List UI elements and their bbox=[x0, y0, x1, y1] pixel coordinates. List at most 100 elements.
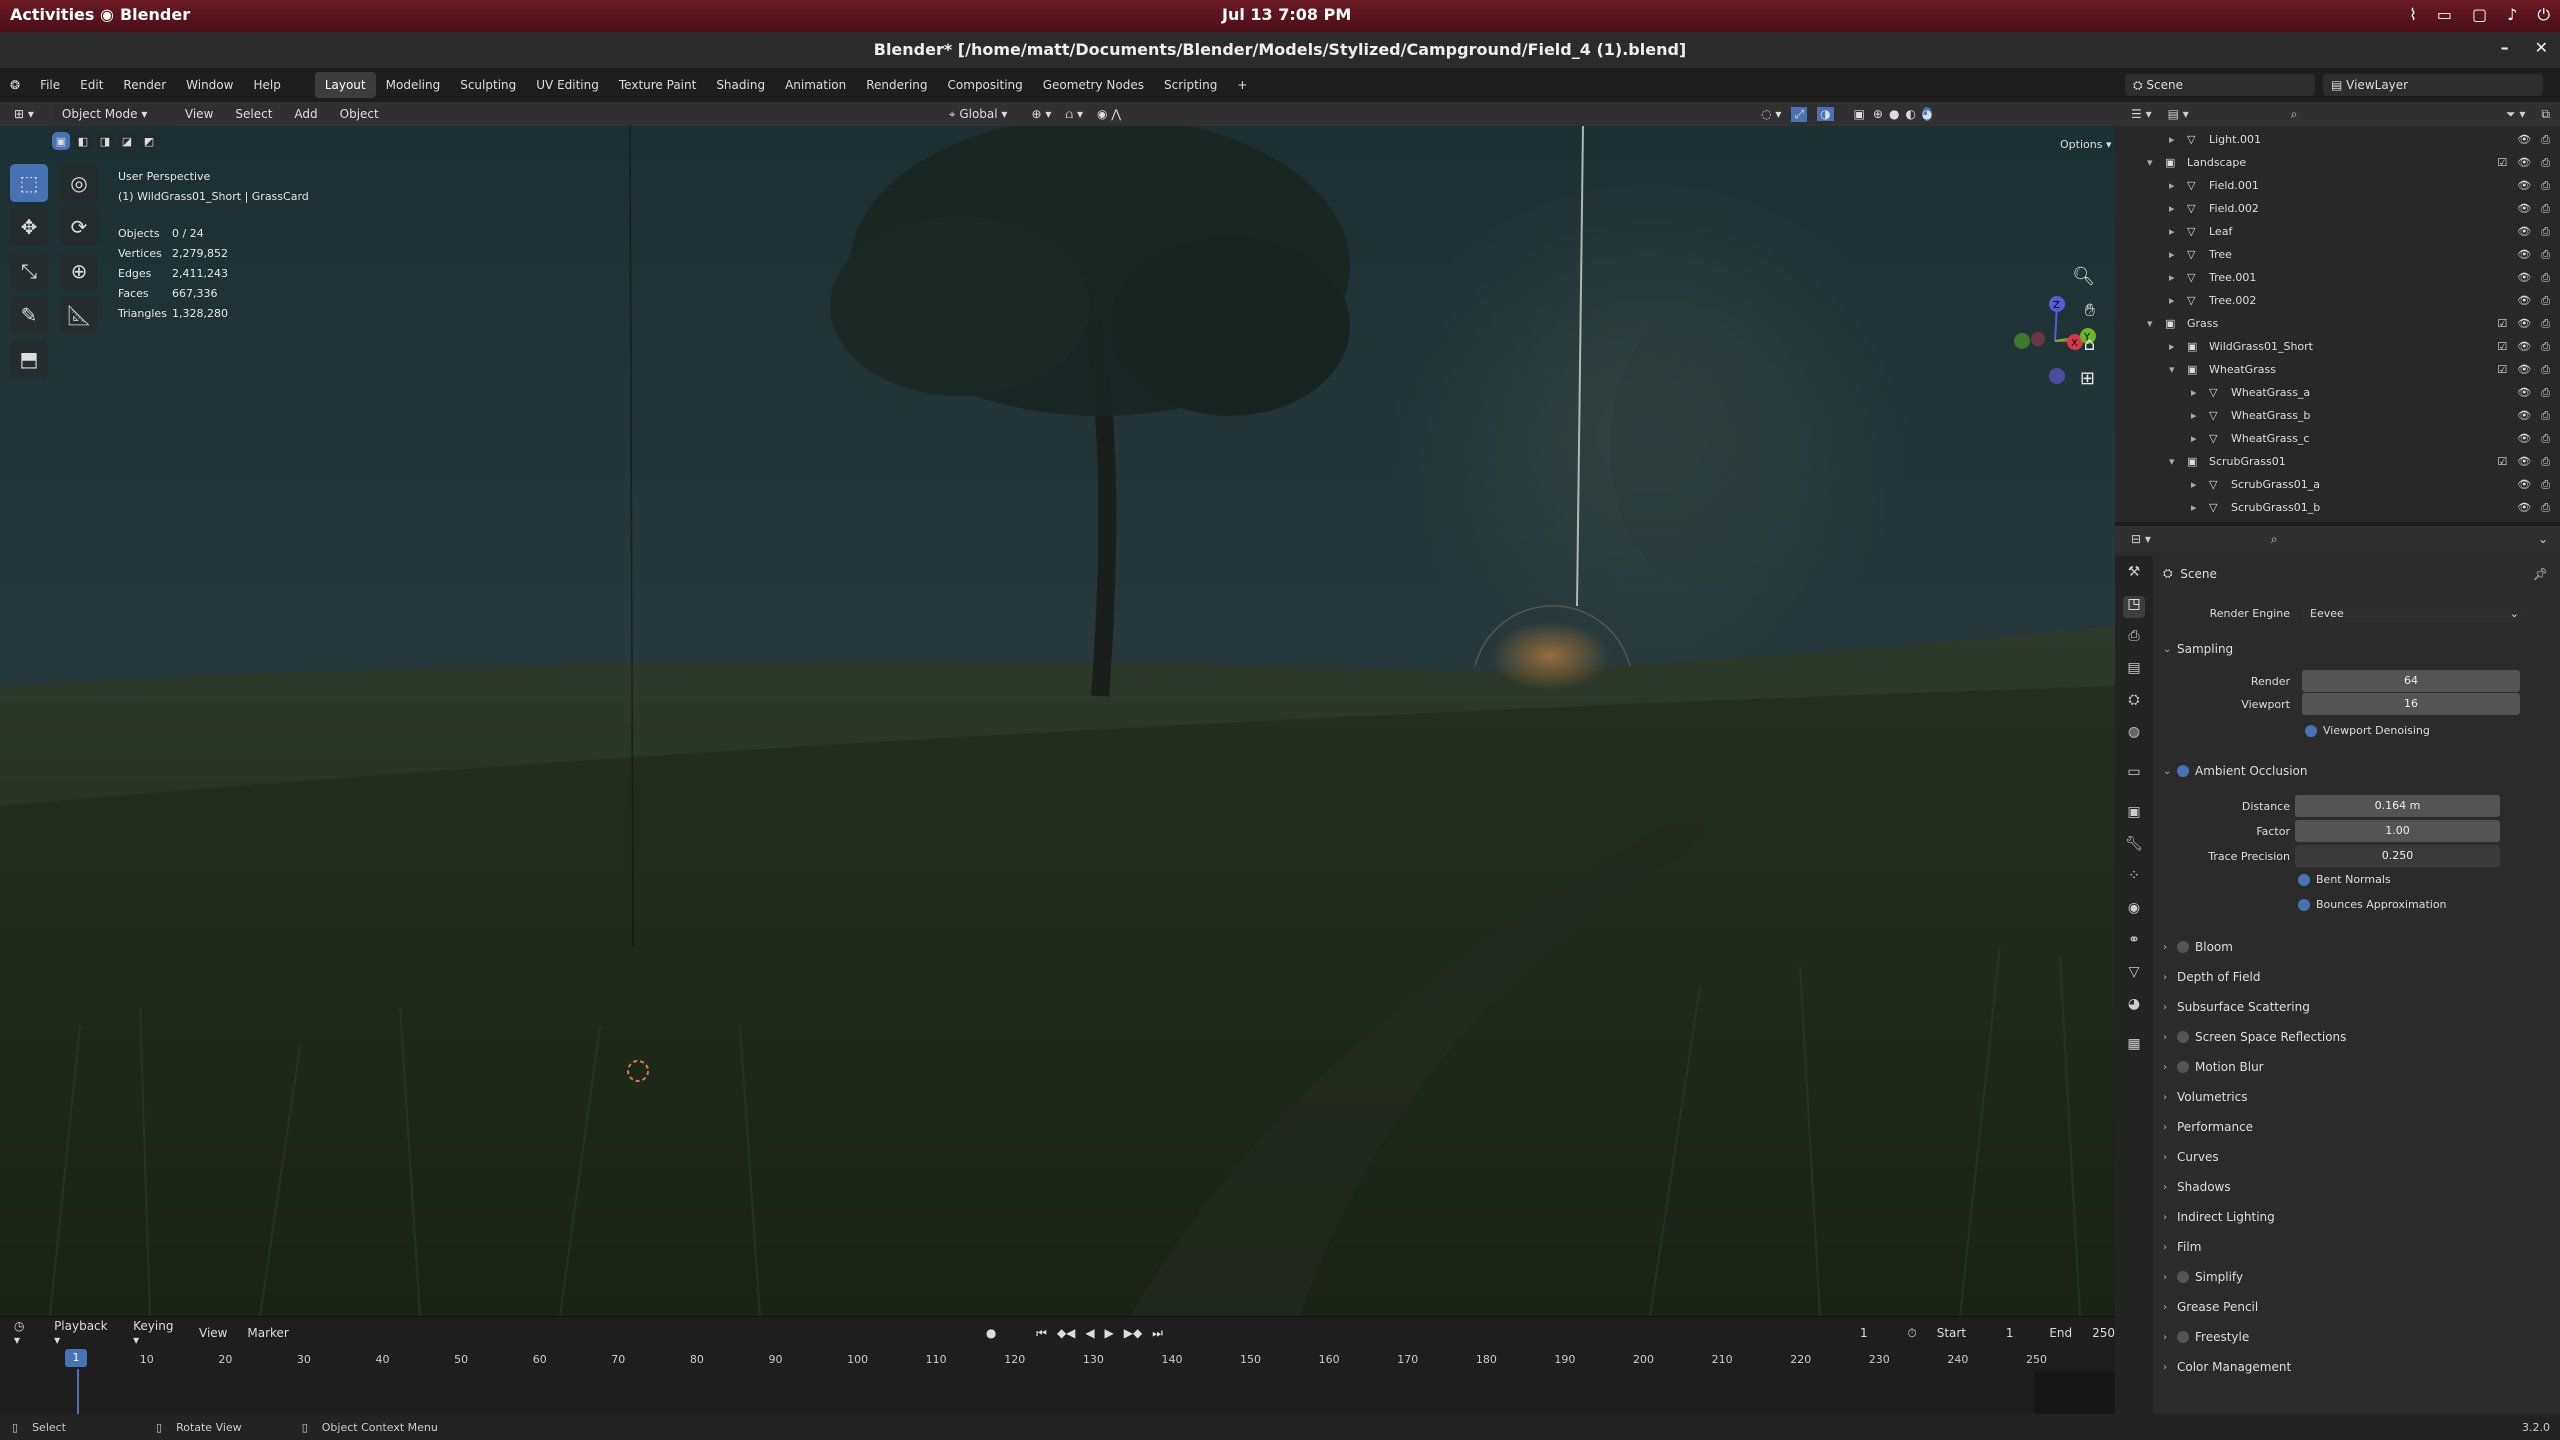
filter-icon[interactable]: ⏷ ▾ bbox=[2506, 107, 2525, 122]
select-subtract-icon[interactable]: ◨ bbox=[96, 132, 114, 150]
expand-toggle-icon[interactable]: ▾ bbox=[2169, 455, 2187, 468]
outliner-collection-row[interactable]: ▸ ▣ WildGrass01_Short ☑ 👁︎ ⎙ bbox=[2115, 335, 2560, 358]
render-tab-icon[interactable]: ◳ bbox=[2123, 596, 2145, 618]
proportional-icon[interactable]: ◉ ⋀ bbox=[1097, 107, 1121, 121]
mode-selector[interactable]: Object Mode ▾ bbox=[53, 104, 169, 124]
measure-tool-icon[interactable]: 📐︎ bbox=[60, 296, 98, 334]
menu-marker[interactable]: Marker bbox=[247, 1326, 288, 1340]
play-reverse-icon[interactable]: ◀ bbox=[1085, 1326, 1094, 1340]
expand-toggle-icon[interactable]: ▸ bbox=[2169, 202, 2187, 215]
visibility-eye-icon[interactable]: 👁︎ bbox=[2517, 363, 2531, 376]
tab-compositing[interactable]: Compositing bbox=[938, 72, 1033, 98]
sampling-panel-header[interactable]: ⌄ Sampling bbox=[2163, 636, 2553, 662]
volume-icon[interactable]: ♪ bbox=[2507, 5, 2517, 25]
physics-tab-icon[interactable]: ◉ bbox=[2123, 900, 2145, 922]
overlay-toggle-icon[interactable]: ◑ bbox=[1817, 107, 1834, 121]
app-menu[interactable]: ◉ Blender bbox=[100, 5, 190, 24]
outliner-object-row[interactable]: ▸ ▽ ScrubGrass01_a 👁︎ ⎙ bbox=[2115, 473, 2560, 496]
display-mode-icon[interactable]: ▤ ▾ bbox=[2168, 107, 2189, 121]
panel-enable-toggle[interactable] bbox=[2177, 1331, 2189, 1343]
panel-header-curves[interactable]: › Curves bbox=[2163, 1144, 2553, 1170]
annotate-tool-icon[interactable]: ✎ bbox=[10, 296, 48, 334]
visibility-eye-icon[interactable]: 👁︎ bbox=[2517, 478, 2531, 491]
render-samples-field[interactable]: 64 bbox=[2302, 670, 2520, 692]
tab-geometry-nodes[interactable]: Geometry Nodes bbox=[1033, 72, 1154, 98]
tab-shading[interactable]: Shading bbox=[706, 72, 775, 98]
menu-object[interactable]: Object bbox=[340, 107, 379, 121]
render-visibility-icon[interactable]: ⎙ bbox=[2541, 432, 2550, 446]
panel-header-performance[interactable]: › Performance bbox=[2163, 1114, 2553, 1140]
constraints-tab-icon[interactable]: ⚭ bbox=[2123, 932, 2145, 954]
move-tool-icon[interactable]: ✥ bbox=[10, 208, 48, 246]
rotate-tool-icon[interactable]: ⟳ bbox=[60, 208, 98, 246]
menu-add[interactable]: Add bbox=[294, 107, 317, 121]
panel-header-grease-pencil[interactable]: › Grease Pencil bbox=[2163, 1294, 2553, 1320]
render-visibility-icon[interactable]: ⎙ bbox=[2541, 501, 2550, 515]
panel-header-subsurface-scattering[interactable]: › Subsurface Scattering bbox=[2163, 994, 2553, 1020]
clock[interactable]: Jul 13 7:08 PM bbox=[1222, 5, 1351, 24]
ao-factor-field[interactable]: 1.00 bbox=[2295, 820, 2500, 842]
menu-help[interactable]: Help bbox=[243, 78, 290, 92]
tab-texture-paint[interactable]: Texture Paint bbox=[609, 72, 706, 98]
select-box-tool-icon[interactable]: ⬚ bbox=[10, 164, 48, 202]
expand-toggle-icon[interactable]: ▸ bbox=[2169, 248, 2187, 261]
panel-header-simplify[interactable]: › Simplify bbox=[2163, 1264, 2553, 1290]
expand-toggle-icon[interactable]: ▸ bbox=[2191, 409, 2209, 422]
render-visibility-icon[interactable]: ⎙ bbox=[2541, 225, 2550, 239]
tab-layout[interactable]: Layout bbox=[314, 72, 376, 98]
menu-edit[interactable]: Edit bbox=[70, 78, 113, 92]
expand-toggle-icon[interactable]: ▾ bbox=[2169, 363, 2187, 376]
outliner-collection-row[interactable]: ▾ ▣ WheatGrass ☑ 👁︎ ⎙ bbox=[2115, 358, 2560, 381]
panel-header-bloom[interactable]: › Bloom bbox=[2163, 934, 2553, 960]
material-shading-icon[interactable]: ◐ bbox=[1905, 107, 1915, 121]
panel-enable-toggle[interactable] bbox=[2177, 941, 2189, 953]
select-invert-icon[interactable]: ◪ bbox=[118, 132, 136, 150]
properties-type-icon[interactable]: ⊟ ▾ bbox=[2131, 532, 2151, 546]
render-visibility-icon[interactable]: ⎙ bbox=[2541, 363, 2550, 377]
jump-start-icon[interactable]: ⏮ bbox=[1036, 1326, 1047, 1341]
outliner-object-row[interactable]: ▸ ▽ Leaf 👁︎ ⎙ bbox=[2115, 220, 2560, 243]
modifier-tab-icon[interactable]: 🔧︎ bbox=[2123, 836, 2145, 858]
texture-tab-icon[interactable]: ▦ bbox=[2123, 1036, 2145, 1058]
expand-toggle-icon[interactable]: ▾ bbox=[2147, 317, 2165, 330]
outliner-object-row[interactable]: ▸ ▽ Field.002 👁︎ ⎙ bbox=[2115, 197, 2560, 220]
visibility-eye-icon[interactable]: 👁︎ bbox=[2517, 409, 2531, 422]
snap-icon[interactable]: ⩍ ▾ bbox=[1065, 107, 1083, 122]
minimize-button[interactable]: – bbox=[2501, 38, 2509, 57]
ao-distance-field[interactable]: 0.164 m bbox=[2295, 795, 2500, 817]
exclude-checkbox[interactable]: ☑ bbox=[2497, 363, 2507, 376]
outliner-type-icon[interactable]: ☰ ▾ bbox=[2131, 107, 2152, 121]
render-visibility-icon[interactable]: ⎙ bbox=[2541, 455, 2550, 469]
render-visibility-icon[interactable]: ⎙ bbox=[2541, 478, 2550, 492]
panel-enable-toggle[interactable] bbox=[2177, 1271, 2189, 1283]
render-visibility-icon[interactable]: ⎙ bbox=[2541, 271, 2550, 285]
expand-toggle-icon[interactable]: ▸ bbox=[2191, 432, 2209, 445]
panel-header-color-management[interactable]: › Color Management bbox=[2163, 1354, 2553, 1380]
tab-uv-editing[interactable]: UV Editing bbox=[526, 72, 609, 98]
viewlayer-selector[interactable]: ▤ ViewLayer bbox=[2323, 74, 2543, 96]
prev-key-icon[interactable]: ◆◀ bbox=[1057, 1326, 1075, 1340]
editor-type-icon[interactable]: ⊞ ▾ bbox=[14, 107, 34, 121]
viewport-samples-field[interactable]: 16 bbox=[2302, 693, 2520, 715]
render-visibility-icon[interactable]: ⎙ bbox=[2541, 317, 2550, 331]
gizmo-toggle-icon[interactable]: ⤢ bbox=[1791, 106, 1808, 122]
panel-header-volumetrics[interactable]: › Volumetrics bbox=[2163, 1084, 2553, 1110]
render-visibility-icon[interactable]: ⎙ bbox=[2541, 156, 2550, 170]
tab-animation[interactable]: Animation bbox=[775, 72, 856, 98]
render-visibility-icon[interactable]: ⎙ bbox=[2541, 133, 2550, 147]
material-tab-icon[interactable]: ◕ bbox=[2123, 996, 2145, 1018]
visibility-eye-icon[interactable]: 👁︎ bbox=[2517, 156, 2531, 169]
expand-toggle-icon[interactable]: ▸ bbox=[2169, 340, 2187, 353]
scene-selector[interactable]: ⛭ Scene bbox=[2125, 74, 2315, 96]
activities-button[interactable]: Activities bbox=[10, 5, 94, 24]
outliner-object-row[interactable]: ▸ ▽ ScrubGrass01_b 👁︎ ⎙ bbox=[2115, 496, 2560, 519]
render-visibility-icon[interactable]: ⎙ bbox=[2541, 202, 2550, 216]
visibility-eye-icon[interactable]: 👁︎ bbox=[2517, 317, 2531, 330]
add-workspace-button[interactable]: + bbox=[1227, 72, 1257, 98]
visibility-eye-icon[interactable]: 👁︎ bbox=[2517, 271, 2531, 284]
ao-trace-field[interactable]: 0.250 bbox=[2295, 845, 2500, 867]
clock-editor-icon[interactable]: ◷ ▾ bbox=[14, 1319, 34, 1347]
visibility-eye-icon[interactable]: 👁︎ bbox=[2517, 202, 2531, 215]
display-icon[interactable]: ▢ bbox=[2472, 5, 2487, 25]
output-tab-icon[interactable]: ⎙ bbox=[2123, 628, 2145, 650]
